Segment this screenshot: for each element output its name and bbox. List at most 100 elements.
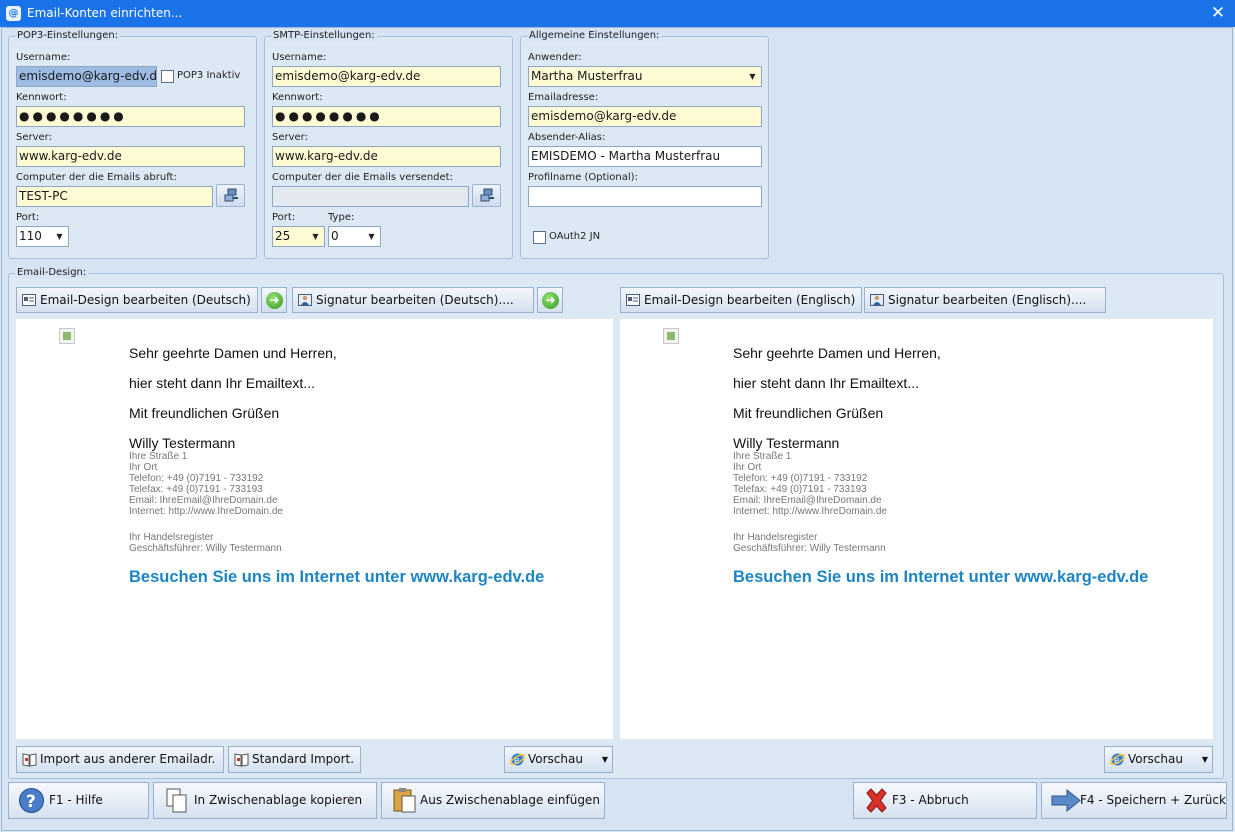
broken-image-icon xyxy=(663,328,679,344)
edit-design-en-label: Email-Design bearbeiten (Englisch) xyxy=(644,293,856,307)
preview-en-button[interactable]: e Vorschau ▼ xyxy=(1104,746,1213,773)
pop3-port-label: Port: xyxy=(16,212,40,223)
preview-name: Willy Testermann xyxy=(129,435,236,451)
help-label: F1 - Hilfe xyxy=(49,793,103,807)
edit-design-de-button[interactable]: Email-Design bearbeiten (Deutsch) xyxy=(16,287,258,313)
chevron-down-icon: ▼ xyxy=(368,232,375,241)
pop3-password-input[interactable]: ●●●●●●●● xyxy=(16,106,245,127)
pop3-server-label: Server: xyxy=(16,132,52,143)
copy-clipboard-button[interactable]: In Zwischenablage kopieren xyxy=(153,782,377,819)
pop3-username-input[interactable]: emisdemo@karg-edv.de xyxy=(16,66,157,87)
standard-import-button[interactable]: Standard Import. xyxy=(228,746,361,773)
preview-visit-link[interactable]: Besuchen Sie uns im Internet unter www.k… xyxy=(733,568,1203,587)
chevron-down-icon: ▼ xyxy=(312,232,319,241)
edit-design-de-label: Email-Design bearbeiten (Deutsch) xyxy=(40,293,251,307)
preview-fax: Telefax: +49 (0)7191 - 733193 xyxy=(733,484,867,495)
chevron-down-icon: ▼ xyxy=(749,72,756,81)
pop3-inactive-checkbox[interactable] xyxy=(161,70,174,83)
design-card-icon xyxy=(22,294,36,306)
email-input[interactable]: emisdemo@karg-edv.de xyxy=(528,106,762,127)
window-title: Email-Konten einrichten... xyxy=(27,6,183,20)
pop3-server-input[interactable]: www.karg-edv.de xyxy=(16,146,245,167)
close-icon[interactable]: ✕ xyxy=(1201,0,1235,27)
smtp-password-input[interactable]: ●●●●●●●● xyxy=(272,106,501,127)
profile-label: Profilname (Optional): xyxy=(528,172,638,183)
import-book-icon xyxy=(22,753,37,767)
smtp-username-label: Username: xyxy=(272,52,327,63)
import-other-button[interactable]: Import aus anderer Emailadr. xyxy=(16,746,224,773)
paste-clipboard-button[interactable]: Aus Zwischenablage einfügen xyxy=(381,782,605,819)
email-design-group: Email-Design: Email-Design bearbeiten (D… xyxy=(8,267,1224,779)
cancel-button[interactable]: F3 - Abbruch xyxy=(853,782,1037,819)
network-computer-icon xyxy=(224,188,238,202)
preview-closing: Mit freundlichen Grüßen xyxy=(129,405,280,421)
go-de-design-button[interactable]: ➜ xyxy=(261,287,287,313)
preview-name: Willy Testermann xyxy=(733,435,840,451)
preview-street: Ihre Straße 1 xyxy=(129,451,188,462)
smtp-username-input[interactable]: emisdemo@karg-edv.de xyxy=(272,66,501,87)
smtp-port-label: Port: xyxy=(272,212,296,223)
preview-email: Email: IhreEmail@IhreDomain.de xyxy=(733,495,882,506)
preview-de-button[interactable]: e Vorschau ▼ xyxy=(504,746,613,773)
pop3-computer-input[interactable]: TEST-PC xyxy=(16,186,213,207)
ie-preview-icon: e xyxy=(510,753,525,766)
design-legend: Email-Design: xyxy=(15,267,89,278)
preview-visit-link[interactable]: Besuchen Sie uns im Internet unter www.k… xyxy=(129,568,599,587)
cancel-label: F3 - Abbruch xyxy=(892,793,969,807)
preview-fax: Telefax: +49 (0)7191 - 733193 xyxy=(129,484,263,495)
user-value: Martha Musterfrau xyxy=(531,69,643,83)
network-computer-icon xyxy=(480,188,494,202)
preview-ceo: Geschäftsführer: Willy Testermann xyxy=(129,543,282,554)
save-arrow-icon xyxy=(1051,788,1081,813)
smtp-server-label: Server: xyxy=(272,132,308,143)
profile-input[interactable] xyxy=(528,186,762,207)
email-label: Emailadresse: xyxy=(528,92,599,103)
pop3-group: POP3-Einstellungen: Username: emisdemo@k… xyxy=(8,30,257,259)
smtp-type-label: Type: xyxy=(328,212,355,223)
smtp-computer-label: Computer der die Emails versendet: xyxy=(272,172,453,183)
cancel-x-icon xyxy=(866,788,887,813)
preview-ceo: Geschäftsführer: Willy Testermann xyxy=(733,543,886,554)
preview-phone: Telefon: +49 (0)7191 - 733192 xyxy=(129,473,264,484)
edit-design-en-button[interactable]: Email-Design bearbeiten (Englisch) xyxy=(620,287,862,313)
svg-text:e: e xyxy=(1114,756,1120,766)
preview-en-pane[interactable]: Sehr geehrte Damen und Herren, hier steh… xyxy=(620,319,1213,739)
app-icon: @ xyxy=(6,6,21,21)
smtp-computer-button[interactable] xyxy=(472,184,501,207)
go-arrow-icon: ➜ xyxy=(266,292,283,309)
import-other-label: Import aus anderer Emailadr. xyxy=(40,752,216,766)
preview-en-label: Vorschau xyxy=(1128,752,1183,766)
pop3-computer-button[interactable] xyxy=(216,184,245,207)
oauth-label: OAuth2 JN xyxy=(549,231,601,242)
preview-city: Ihr Ort xyxy=(129,462,158,473)
general-group: Allgemeine Einstellungen: Anwender: Mart… xyxy=(520,30,769,259)
save-back-button[interactable]: F4 - Speichern + Zurück xyxy=(1041,782,1227,819)
preview-register: Ihr Handelsregister xyxy=(129,532,214,543)
standard-import-label: Standard Import. xyxy=(252,752,355,766)
smtp-server-input[interactable]: www.karg-edv.de xyxy=(272,146,501,167)
edit-signature-de-button[interactable]: Signatur bearbeiten (Deutsch).... xyxy=(292,287,534,313)
smtp-computer-input[interactable] xyxy=(272,186,469,207)
smtp-type-select[interactable]: 0 ▼ xyxy=(328,226,381,247)
chevron-down-icon: ▼ xyxy=(1201,755,1208,764)
go-de-signature-button[interactable]: ➜ xyxy=(537,287,563,313)
oauth-checkbox[interactable] xyxy=(533,231,546,244)
design-card-icon xyxy=(626,294,640,306)
user-select[interactable]: Martha Musterfrau ▼ xyxy=(528,66,762,87)
smtp-port-value: 25 xyxy=(275,229,291,243)
title-bar: @ Email-Konten einrichten... ✕ xyxy=(0,0,1235,27)
paste-clipboard-label: Aus Zwischenablage einfügen xyxy=(420,793,600,807)
general-legend: Allgemeine Einstellungen: xyxy=(527,30,662,41)
help-button[interactable]: ? F1 - Hilfe xyxy=(8,782,149,819)
svg-text:e: e xyxy=(514,756,520,766)
preview-de-pane[interactable]: Sehr geehrte Damen und Herren, hier steh… xyxy=(16,319,613,739)
edit-signature-en-button[interactable]: Signatur bearbeiten (Englisch).... xyxy=(864,287,1106,313)
pop3-port-select[interactable]: 110 ▼ xyxy=(16,226,69,247)
alias-input[interactable]: EMISDEMO - Martha Musterfrau xyxy=(528,146,762,167)
go-arrow-icon: ➜ xyxy=(542,292,559,309)
preview-body: hier steht dann Ihr Emailtext... xyxy=(129,375,315,391)
copy-pages-icon xyxy=(166,788,187,813)
preview-body: hier steht dann Ihr Emailtext... xyxy=(733,375,919,391)
edit-signature-de-label: Signatur bearbeiten (Deutsch).... xyxy=(316,293,514,307)
smtp-port-select[interactable]: 25 ▼ xyxy=(272,226,325,247)
